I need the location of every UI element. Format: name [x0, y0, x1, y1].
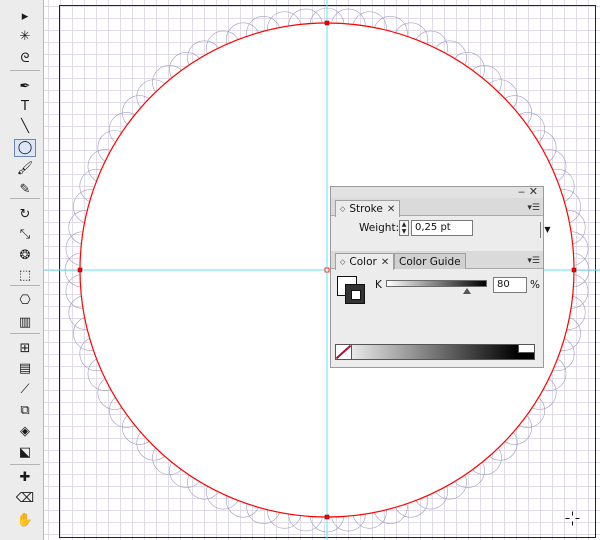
minimize-icon[interactable]: ‒: [518, 186, 525, 198]
weight-value: 0,25 pt: [415, 222, 451, 233]
type-icon: T: [21, 99, 29, 114]
stroke-weight-row: Weight: ▲ ▼ 0,25 pt ▼: [331, 219, 551, 239]
k-value: 80: [497, 279, 510, 290]
hand-icon: ✋: [16, 513, 34, 528]
toolbar-separator: [10, 70, 40, 71]
direct-select-tool[interactable]: ▸: [14, 8, 36, 26]
tab-color[interactable]: ◇ Color ✕: [335, 253, 395, 270]
slice-icon: ✚: [19, 470, 31, 485]
ellipse-tool[interactable]: ◯: [14, 139, 36, 157]
ellipse-icon: ◯: [17, 140, 33, 155]
fill-stroke-swatches[interactable]: [337, 276, 367, 306]
tools-panel: ▸ ✳ ᘓ ✒ T ╲ ◯ 🖌 ✎ ↻ ⤡ ❂ ⬚ ⎔ ▥ ⊞ ▤ ⟋ ⧉ ◈ ⬕ ✚ ⌫ ✋: [0, 0, 44, 540]
anchor-point[interactable]: [77, 267, 83, 273]
eraser-icon: ⌫: [15, 491, 35, 506]
live-paint-bucket-icon: ◈: [20, 424, 30, 439]
chevron-down-icon[interactable]: ▼: [540, 222, 554, 238]
tab-expand-icon[interactable]: ◇: [340, 258, 345, 266]
pen-tool[interactable]: ✒: [14, 78, 36, 96]
blend-tool[interactable]: ⧉: [14, 402, 36, 420]
live-paint-selection-icon: ⬕: [18, 445, 32, 460]
tab-expand-icon[interactable]: ◇: [340, 205, 345, 213]
k-channel-label: K: [375, 279, 382, 291]
stroke-color-panel[interactable]: ‒ ✕ ◇ Stroke ✕ ▾☰ Weight: ▲ ▼ 0,25 pt ▼ ◇…: [330, 186, 551, 368]
k-slider-thumb[interactable]: [462, 288, 471, 294]
lasso-icon: ᘓ: [20, 51, 30, 66]
rotate-icon: ↻: [19, 207, 31, 222]
free-transform-icon: ⬚: [18, 268, 32, 283]
toolbar-separator: [10, 285, 40, 286]
live-paint-selection-tool[interactable]: ⬕: [14, 444, 36, 462]
magic-wand-icon: ✳: [19, 29, 31, 44]
paintbrush-icon: 🖌: [16, 161, 34, 176]
tab-close-icon[interactable]: ✕: [381, 257, 389, 268]
paintbrush-tool[interactable]: 🖌: [14, 160, 36, 178]
color-spectrum-ramp[interactable]: [335, 344, 535, 360]
column-graph-icon: ▥: [18, 315, 32, 330]
tab-color-guide-label: Color Guide: [399, 255, 461, 268]
color-tab-row: ◇ Color ✕ Color Guide ▾☰: [331, 251, 543, 270]
toolbar-separator: [10, 333, 40, 334]
weight-label: Weight:: [359, 222, 400, 234]
line-segment-icon: ╲: [21, 119, 29, 134]
magic-wand-tool[interactable]: ✳: [14, 28, 36, 46]
toolbar-separator: [10, 464, 40, 465]
pen-icon: ✒: [19, 79, 31, 94]
tab-stroke[interactable]: ◇ Stroke ✕: [335, 200, 401, 217]
stroke-tab-row: ◇ Stroke ✕ ▾☰: [331, 198, 543, 217]
eraser-tool[interactable]: ⌫: [14, 490, 36, 508]
tab-stroke-label: Stroke: [349, 203, 383, 215]
gradient-tool[interactable]: ▤: [14, 360, 36, 378]
free-transform-tool[interactable]: ⬚: [14, 267, 36, 285]
panel-menu-icon[interactable]: ▾☰: [527, 256, 540, 266]
lasso-tool[interactable]: ᘓ: [14, 50, 36, 68]
blend-icon: ⧉: [20, 403, 30, 418]
k-slider[interactable]: [386, 280, 487, 287]
mesh-icon: ⊞: [19, 341, 31, 356]
hand-tool[interactable]: ✋: [14, 512, 36, 530]
eyedropper-tool[interactable]: ⟋: [14, 381, 36, 399]
pencil-icon: ✎: [19, 182, 31, 197]
type-tool[interactable]: T: [14, 98, 36, 116]
tab-close-icon[interactable]: ✕: [387, 204, 395, 215]
line-segment-tool[interactable]: ╲: [14, 118, 36, 136]
gradient-icon: ▤: [18, 361, 32, 376]
k-value-input[interactable]: 80: [493, 277, 527, 293]
warp-icon: ❂: [19, 248, 31, 263]
scale-tool[interactable]: ⤡: [14, 226, 36, 244]
k-unit-label: %: [530, 279, 540, 291]
scale-icon: ⤡: [19, 227, 31, 242]
panel-menu-icon[interactable]: ▾☰: [527, 203, 540, 213]
slice-tool[interactable]: ✚: [14, 469, 36, 487]
none-swatch[interactable]: [336, 345, 352, 359]
anchor-point[interactable]: [324, 514, 330, 520]
weight-input[interactable]: 0,25 pt ▼: [411, 220, 551, 238]
center-point[interactable]: [324, 267, 330, 273]
anchor-point[interactable]: [324, 20, 330, 26]
symbol-sprayer-tool[interactable]: ⎔: [14, 292, 36, 310]
direct-select-icon: ▸: [21, 9, 29, 24]
symbol-sprayer-icon: ⎔: [19, 293, 31, 308]
close-icon[interactable]: ✕: [529, 186, 538, 198]
crosshair-cursor-icon: [565, 511, 580, 526]
column-graph-tool[interactable]: ▥: [14, 314, 36, 332]
warp-tool[interactable]: ❂: [14, 247, 36, 265]
pencil-tool[interactable]: ✎: [14, 181, 36, 199]
eyedropper-icon: ⟋: [20, 382, 30, 397]
toolbar-separator: [10, 198, 40, 199]
mesh-tool[interactable]: ⊞: [14, 340, 36, 358]
anchor-point[interactable]: [571, 267, 577, 273]
stroke-swatch[interactable]: [345, 284, 365, 304]
rotate-tool[interactable]: ↻: [14, 206, 36, 224]
live-paint-bucket-tool[interactable]: ◈: [14, 423, 36, 441]
tab-color-label: Color: [349, 256, 377, 268]
white-swatch[interactable]: [518, 345, 534, 353]
tab-color-guide[interactable]: Color Guide: [394, 253, 466, 269]
weight-stepper[interactable]: ▲ ▼: [399, 220, 409, 236]
